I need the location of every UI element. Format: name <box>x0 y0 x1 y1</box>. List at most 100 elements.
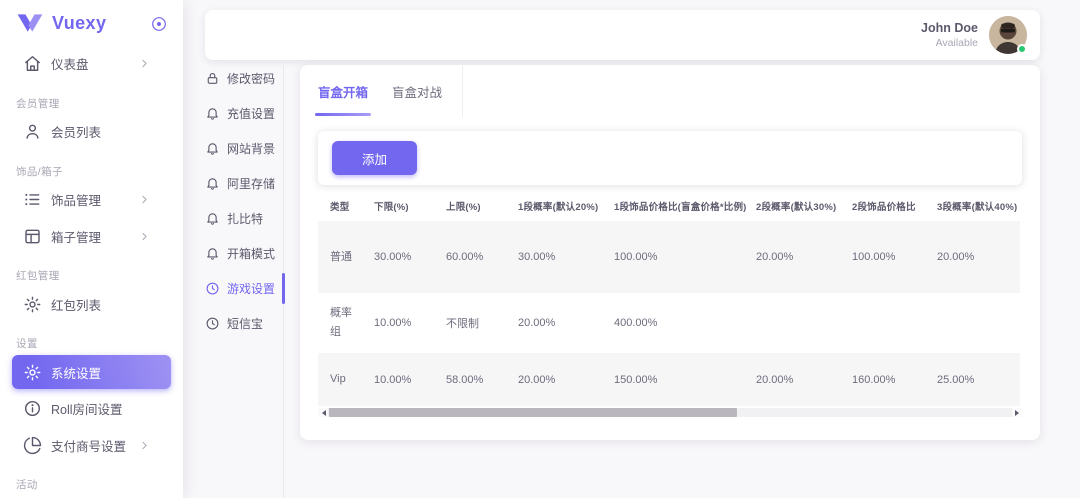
sidebar-item-label: 红包列表 <box>51 295 160 314</box>
cell-lower-limit: 10.00% <box>362 293 434 353</box>
sidebar-item-item-management[interactable]: 饰品管理 <box>12 183 171 217</box>
sidebar-section-activity: 活动 <box>16 477 167 492</box>
settings-menu-item-unbox-mode[interactable]: 开箱模式 <box>205 241 283 266</box>
sidebar-section-member-management: 会员管理 <box>16 96 167 111</box>
home-icon <box>23 54 42 73</box>
settings-menu-label: 游戏设置 <box>227 280 275 297</box>
scrollbar-thumb[interactable] <box>329 408 737 417</box>
sidebar-section-redpacket-management: 红包管理 <box>16 268 167 283</box>
user-status: Available <box>921 37 978 49</box>
cell-upper-limit: 60.00% <box>434 221 506 293</box>
settings-menu: 修改密码 充值设置 网站背景 阿里存储 扎比特 <box>205 65 284 498</box>
brand-name: Vuexy <box>52 13 150 34</box>
sidebar-item-redpacket-list[interactable]: 红包列表 <box>12 287 171 321</box>
probability-table: 类型 下限(%) 上限(%) 1段概率(默认20%) 1段饰品价格比(盲盒价格*… <box>318 189 1020 406</box>
settings-menu-label: 短信宝 <box>227 315 263 332</box>
cell-stage1-price-ratio: 100.00% <box>602 221 744 293</box>
cell-stage1-probability: 20.00% <box>506 353 602 406</box>
settings-menu-item-site-background[interactable]: 网站背景 <box>205 136 283 161</box>
list-icon <box>23 190 42 209</box>
sidebar-item-label: 会员列表 <box>51 122 160 141</box>
sidebar-item-payment-merchant-settings[interactable]: 支付商号设置 <box>12 428 171 462</box>
cell-upper-limit: 58.00% <box>434 353 506 406</box>
cell-stage2-price-ratio <box>840 293 925 353</box>
settings-menu-item-smsbao[interactable]: 短信宝 <box>205 311 283 336</box>
chevron-right-icon <box>138 193 151 206</box>
cell-stage1-price-ratio: 400.00% <box>602 293 744 353</box>
settings-menu-item-ali-storage[interactable]: 阿里存储 <box>205 171 283 196</box>
cell-stage3-probability: 25.00% <box>925 353 1020 406</box>
cell-stage1-price-ratio: 150.00% <box>602 353 744 406</box>
tab-label: 盲盒对战 <box>392 86 442 100</box>
brand-row: Vuexy <box>0 0 183 40</box>
settings-menu-label: 修改密码 <box>227 70 275 87</box>
bell-icon <box>205 141 220 156</box>
bell-icon <box>205 211 220 226</box>
tab-blindbox-battle[interactable]: 盲盒对战 <box>392 78 442 105</box>
pie-chart-icon <box>23 436 42 455</box>
col-header-stage2-price-ratio: 2段饰品价格比 <box>840 189 925 221</box>
settings-menu-label: 开箱模式 <box>227 245 275 262</box>
settings-menu-item-change-password[interactable]: 修改密码 <box>205 66 283 91</box>
cell-stage1-probability: 30.00% <box>506 221 602 293</box>
cell-lower-limit: 30.00% <box>362 221 434 293</box>
sidebar-item-label: 系统设置 <box>51 363 160 382</box>
sidebar-item-member-list[interactable]: 会员列表 <box>12 115 171 149</box>
horizontal-scrollbar[interactable] <box>318 408 1022 417</box>
settings-menu-item-game-settings[interactable]: 游戏设置 <box>205 276 283 301</box>
clock-icon <box>205 316 220 331</box>
cell-type: 概率组 <box>318 293 362 353</box>
app-root: Vuexy 仪表盘 会员管理 会员列表 饰品/箱子 饰品管理 <box>0 0 1080 498</box>
sidebar-item-label: 支付商号设置 <box>51 436 138 455</box>
sidebar-item-roll-room-settings[interactable]: Roll房间设置 <box>12 392 171 426</box>
col-header-stage1-probability: 1段概率(默认20%) <box>506 189 602 221</box>
box-icon <box>23 227 42 246</box>
chevron-right-icon <box>138 230 151 243</box>
table-toolbar: 添加 <box>318 131 1022 185</box>
scroll-left-arrow-icon[interactable] <box>318 408 328 417</box>
menu-pin-toggle-icon[interactable] <box>150 15 168 33</box>
settings-menu-item-recharge-settings[interactable]: 充值设置 <box>205 101 283 126</box>
scroll-right-arrow-icon[interactable] <box>1012 408 1022 417</box>
sidebar-item-label: 饰品管理 <box>51 190 138 209</box>
sidebar-item-box-management[interactable]: 箱子管理 <box>12 219 171 253</box>
gear-icon <box>23 363 42 382</box>
settings-menu-item-zabit[interactable]: 扎比特 <box>205 206 283 231</box>
data-table-container: 类型 下限(%) 上限(%) 1段概率(默认20%) 1段饰品价格比(盲盒价格*… <box>318 189 1022 406</box>
clock-icon <box>205 281 220 296</box>
cell-lower-limit: 10.00% <box>362 353 434 406</box>
col-header-stage1-price-ratio: 1段饰品价格比(盲盒价格*比例) <box>602 189 744 221</box>
active-tab-underline <box>315 113 371 116</box>
content-row: 修改密码 充值设置 网站背景 阿里存储 扎比特 <box>205 65 1040 498</box>
lock-icon <box>205 71 220 86</box>
settings-menu-label: 网站背景 <box>227 140 275 157</box>
sidebar-item-label: 箱子管理 <box>51 227 138 246</box>
cell-stage3-probability: 20.00% <box>925 221 1020 293</box>
online-status-dot <box>1017 44 1027 54</box>
tab-blindbox-open[interactable]: 盲盒开箱 <box>318 78 368 105</box>
sidebar-item-dashboard[interactable]: 仪表盘 <box>12 47 171 81</box>
user-icon <box>23 122 42 141</box>
active-indicator-bar <box>282 273 285 304</box>
user-meta: John Doe Available <box>921 21 978 49</box>
cell-stage2-probability: 20.00% <box>744 221 840 293</box>
sidebar-item-label: 仪表盘 <box>51 54 138 73</box>
vuexy-logo-icon[interactable] <box>17 13 43 34</box>
settings-menu-label: 充值设置 <box>227 105 275 122</box>
chevron-right-icon <box>138 439 151 452</box>
bell-icon <box>205 176 220 191</box>
sidebar-item-label: Roll房间设置 <box>51 399 160 418</box>
cell-stage2-price-ratio: 100.00% <box>840 221 925 293</box>
sidebar-nav: 仪表盘 会员管理 会员列表 饰品/箱子 饰品管理 箱子管理 红包管理 <box>0 40 183 492</box>
col-header-type: 类型 <box>318 189 362 221</box>
main-area: John Doe Available <box>183 0 1080 498</box>
cell-stage2-probability: 20.00% <box>744 353 840 406</box>
top-header-bar: John Doe Available <box>205 10 1040 60</box>
cell-stage2-probability <box>744 293 840 353</box>
user-menu[interactable]: John Doe Available <box>921 16 1027 54</box>
settings-menu-label: 扎比特 <box>227 210 263 227</box>
sidebar-item-system-settings[interactable]: 系统设置 <box>12 355 171 389</box>
add-button[interactable]: 添加 <box>332 141 417 175</box>
settings-menu-label: 阿里存储 <box>227 175 275 192</box>
avatar[interactable] <box>989 16 1027 54</box>
